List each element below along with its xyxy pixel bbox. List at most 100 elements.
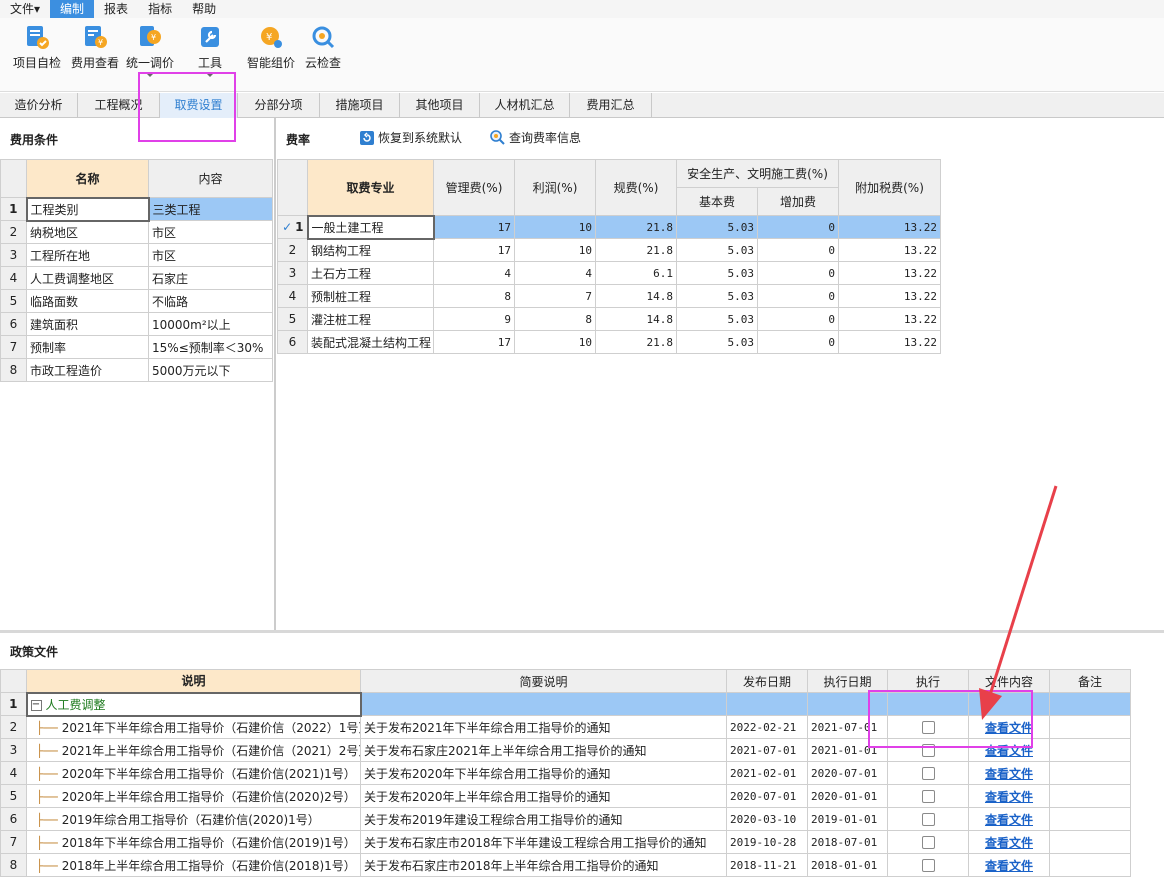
- fee-cell[interactable]: 21.8: [595, 330, 677, 354]
- add-cell[interactable]: 0: [757, 215, 839, 239]
- condition-value[interactable]: 市区: [148, 243, 273, 267]
- policy-desc[interactable]: ├── 2021年下半年综合用工指导价（石建价信（2022）1号）: [26, 715, 361, 739]
- condition-name[interactable]: 工程类别: [25, 196, 150, 222]
- add-cell[interactable]: 0: [757, 284, 839, 308]
- tax-cell[interactable]: 13.22: [838, 284, 941, 308]
- restore-default-button[interactable]: 恢复到系统默认: [360, 129, 462, 146]
- condition-value[interactable]: 10000m²以上: [148, 312, 273, 336]
- table-row[interactable]: 4 ├── 2020年下半年综合用工指导价（石建价信(2021)1号） 关于发布202…: [0, 761, 1131, 785]
- major-cell[interactable]: 钢结构工程: [307, 238, 434, 262]
- policy-pub-date[interactable]: 2019-10-28: [726, 830, 808, 854]
- note-cell[interactable]: [1049, 784, 1131, 808]
- note-cell[interactable]: [1049, 738, 1131, 762]
- file-cell[interactable]: 查看文件: [968, 761, 1050, 785]
- view-file-link[interactable]: 查看文件: [985, 767, 1033, 781]
- mgmt-cell[interactable]: 9: [433, 307, 515, 331]
- mgmt-cell[interactable]: 4: [433, 261, 515, 285]
- profit-cell[interactable]: 10: [514, 330, 596, 354]
- policy-desc[interactable]: ├── 2021年上半年综合用工指导价（石建价信（2021）2号）: [26, 738, 361, 762]
- menu-help[interactable]: 帮助: [182, 0, 226, 18]
- policy-desc[interactable]: ├── 2020年上半年综合用工指导价（石建价信(2020)2号）: [26, 784, 361, 808]
- fee-cell[interactable]: 14.8: [595, 284, 677, 308]
- mgmt-cell[interactable]: 17: [433, 238, 515, 262]
- file-cell[interactable]: 查看文件: [968, 830, 1050, 854]
- policy-desc[interactable]: ├── 2018年下半年综合用工指导价（石建价信(2019)1号）: [26, 830, 361, 854]
- add-cell[interactable]: 0: [757, 330, 839, 354]
- condition-name[interactable]: 预制率: [26, 335, 149, 359]
- mgmt-cell[interactable]: 17: [433, 215, 515, 239]
- execute-checkbox[interactable]: [921, 859, 935, 872]
- fee-view-button[interactable]: ¥ 费用查看: [66, 24, 124, 71]
- execute-cell[interactable]: [887, 830, 969, 854]
- execute-cell[interactable]: [887, 853, 969, 877]
- profit-cell[interactable]: 7: [514, 284, 596, 308]
- file-cell[interactable]: 查看文件: [968, 853, 1050, 877]
- file-cell[interactable]: 查看文件: [968, 784, 1050, 808]
- profit-cell[interactable]: 8: [514, 307, 596, 331]
- condition-value[interactable]: 三类工程: [148, 197, 273, 221]
- menu-index[interactable]: 指标: [138, 0, 182, 18]
- add-cell[interactable]: 0: [757, 307, 839, 331]
- note-cell[interactable]: [1049, 807, 1131, 831]
- tax-cell[interactable]: 13.22: [838, 330, 941, 354]
- tab-other-items[interactable]: 其他项目: [400, 93, 480, 118]
- condition-name[interactable]: 工程所在地: [26, 243, 149, 267]
- table-row[interactable]: 6 装配式混凝土结构工程 17 10 21.8 5.03 0 13.22: [277, 330, 941, 354]
- execute-cell[interactable]: [887, 761, 969, 785]
- table-row[interactable]: 3 土石方工程 4 4 6.1 5.03 0 13.22: [277, 261, 941, 285]
- execute-cell[interactable]: [887, 807, 969, 831]
- policy-exec-date[interactable]: 2019-01-01: [807, 807, 888, 831]
- condition-value[interactable]: 市区: [148, 220, 273, 244]
- policy-pub-date[interactable]: 2020-03-10: [726, 807, 808, 831]
- policy-desc[interactable]: ├── 2020年下半年综合用工指导价（石建价信(2021)1号）: [26, 761, 361, 785]
- project-check-button[interactable]: 项目自检: [8, 24, 66, 71]
- policy-desc[interactable]: ├── 2018年上半年综合用工指导价（石建价信(2018)1号）: [26, 853, 361, 877]
- major-cell[interactable]: 一般土建工程: [306, 214, 435, 240]
- tax-cell[interactable]: 13.22: [838, 238, 941, 262]
- policy-brief[interactable]: 关于发布2020年下半年综合用工指导价的通知: [360, 761, 727, 785]
- view-file-link[interactable]: 查看文件: [985, 836, 1033, 850]
- tab-sub-items[interactable]: 分部分项: [238, 93, 320, 118]
- policy-desc[interactable]: ├── 2019年综合用工指导价（石建价信(2020)1号）: [26, 807, 361, 831]
- table-row[interactable]: 7 预制率 15%≤预制率＜30%: [0, 335, 273, 359]
- base-cell[interactable]: 5.03: [676, 307, 758, 331]
- major-cell[interactable]: 土石方工程: [307, 261, 434, 285]
- collapse-icon[interactable]: −: [30, 699, 42, 711]
- execute-cell[interactable]: [887, 784, 969, 808]
- execute-checkbox[interactable]: [921, 813, 935, 826]
- profit-cell[interactable]: 10: [514, 215, 596, 239]
- policy-pub-date[interactable]: 2021-02-01: [726, 761, 808, 785]
- condition-name[interactable]: 纳税地区: [26, 220, 149, 244]
- mgmt-cell[interactable]: 8: [433, 284, 515, 308]
- view-file-link[interactable]: 查看文件: [985, 859, 1033, 873]
- base-cell[interactable]: 5.03: [676, 284, 758, 308]
- condition-name[interactable]: 临路面数: [26, 289, 149, 313]
- table-row[interactable]: 2 钢结构工程 17 10 21.8 5.03 0 13.22: [277, 238, 941, 262]
- tab-cost-analysis[interactable]: 造价分析: [0, 93, 78, 118]
- tab-fee-summary[interactable]: 费用汇总: [570, 93, 652, 118]
- tax-cell[interactable]: 13.22: [838, 215, 941, 239]
- table-row[interactable]: 3 工程所在地 市区: [0, 243, 273, 267]
- policy-pub-date[interactable]: 2018-11-21: [726, 853, 808, 877]
- unified-price-button[interactable]: ¥ 统一调价: [121, 24, 179, 77]
- policy-brief[interactable]: 关于发布2019年建设工程综合用工指导价的通知: [360, 807, 727, 831]
- table-row[interactable]: 6 建筑面积 10000m²以上: [0, 312, 273, 336]
- profit-cell[interactable]: 4: [514, 261, 596, 285]
- view-file-link[interactable]: 查看文件: [985, 790, 1033, 804]
- view-file-link[interactable]: 查看文件: [985, 813, 1033, 827]
- execute-checkbox[interactable]: [921, 836, 935, 849]
- policy-pub-date[interactable]: 2021-07-01: [726, 738, 808, 762]
- policy-brief[interactable]: 关于发布2020年上半年综合用工指导价的通知: [360, 784, 727, 808]
- condition-value[interactable]: 5000万元以下: [148, 358, 273, 382]
- major-cell[interactable]: 预制桩工程: [307, 284, 434, 308]
- policy-brief[interactable]: 关于发布石家庄2021年上半年综合用工指导价的通知: [360, 738, 727, 762]
- policy-brief[interactable]: 关于发布石家庄市2018年下半年建设工程综合用工指导价的通知: [360, 830, 727, 854]
- mgmt-cell[interactable]: 17: [433, 330, 515, 354]
- fee-cell[interactable]: 21.8: [595, 215, 677, 239]
- tab-measures[interactable]: 措施项目: [320, 93, 400, 118]
- execute-checkbox[interactable]: [921, 767, 935, 780]
- policy-exec-date[interactable]: 2018-07-01: [807, 830, 888, 854]
- policy-pub-date[interactable]: 2020-07-01: [726, 784, 808, 808]
- table-row[interactable]: 4 预制桩工程 8 7 14.8 5.03 0 13.22: [277, 284, 941, 308]
- menu-edit[interactable]: 编制: [50, 0, 95, 18]
